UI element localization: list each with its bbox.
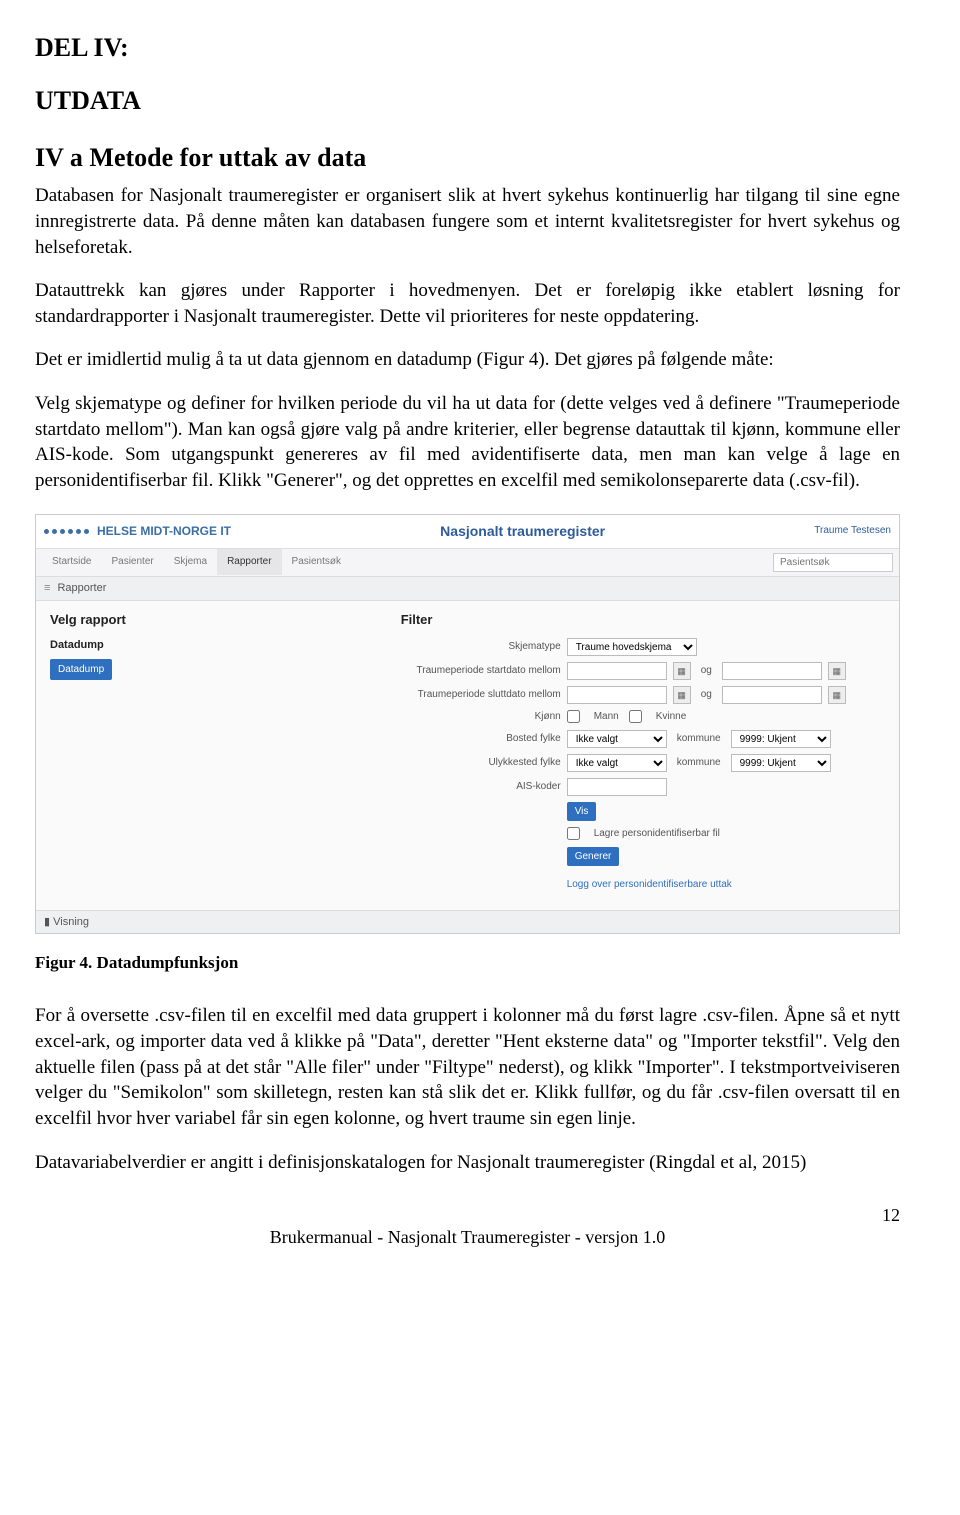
paragraph: Det er imidlertid mulig å ta ut data gje… bbox=[35, 347, 900, 373]
select-bosted-kommune[interactable]: 9999: Ukjent bbox=[731, 730, 831, 748]
page-footer: 12 Brukermanual - Nasjonalt Traumeregist… bbox=[35, 1225, 900, 1249]
label-lagre-personident: Lagre personidentifiserbar fil bbox=[594, 827, 720, 841]
vis-button[interactable]: Vis bbox=[567, 802, 597, 822]
filter-pane: Filter Skjematype Traume hovedskjema Tra… bbox=[401, 611, 885, 898]
start-to-input[interactable] bbox=[722, 662, 822, 680]
section-number: DEL IV: bbox=[35, 30, 900, 65]
list-icon: ≡ bbox=[44, 582, 50, 594]
label-og: og bbox=[697, 688, 716, 702]
app-title: Nasjonalt traumeregister bbox=[231, 522, 814, 541]
select-ulykke-fylke[interactable]: Ikke valgt bbox=[567, 754, 667, 772]
filter-title: Filter bbox=[401, 611, 885, 629]
figure-caption: Figur 4. Datadumpfunksjon bbox=[35, 952, 900, 975]
nav-rapporter[interactable]: Rapporter bbox=[217, 549, 281, 575]
link-personident-uttak[interactable]: Logg over personidentifiserbare uttak bbox=[567, 878, 732, 892]
app-header: HELSE MIDT-NORGE IT Nasjonalt traumeregi… bbox=[36, 515, 899, 549]
datadump-label: Datadump bbox=[50, 638, 401, 653]
label-mann: Mann bbox=[594, 710, 619, 724]
nav-pasientsok[interactable]: Pasientsøk bbox=[282, 549, 351, 575]
nav-pasienter[interactable]: Pasienter bbox=[101, 549, 163, 575]
left-pane: Velg rapport Datadump Datadump bbox=[50, 611, 401, 898]
label-kommune: kommune bbox=[677, 756, 721, 770]
label-bosted: Bosted fylke bbox=[401, 732, 561, 746]
label-kjonn: Kjønn bbox=[401, 710, 561, 724]
app-screenshot: HELSE MIDT-NORGE IT Nasjonalt traumeregi… bbox=[35, 514, 900, 935]
start-from-input[interactable] bbox=[567, 662, 667, 680]
calendar-icon[interactable]: ▦ bbox=[828, 662, 846, 680]
user-name[interactable]: Traume Testesen bbox=[814, 524, 891, 538]
label-sluttdato: Traumeperiode sluttdato mellom bbox=[401, 688, 561, 702]
paragraph: Datauttrekk kan gjøres under Rapporter i… bbox=[35, 278, 900, 329]
panel-header-visning[interactable]: ▮ Visning bbox=[36, 910, 899, 934]
footer-text: Brukermanual - Nasjonalt Traumeregister … bbox=[270, 1227, 665, 1247]
nav-skjema[interactable]: Skjema bbox=[164, 549, 217, 575]
paragraph: Datavariabelverdier er angitt i definisj… bbox=[35, 1150, 900, 1176]
select-ulykke-kommune[interactable]: 9999: Ukjent bbox=[731, 754, 831, 772]
label-ulykke: Ulykkested fylke bbox=[401, 756, 561, 770]
nav-bar: Startside Pasienter Skjema Rapporter Pas… bbox=[36, 549, 899, 577]
left-title: Velg rapport bbox=[50, 611, 401, 629]
select-skjematype[interactable]: Traume hovedskjema bbox=[567, 638, 697, 656]
page-number: 12 bbox=[882, 1203, 900, 1227]
ais-input[interactable] bbox=[567, 778, 667, 796]
label-kommune: kommune bbox=[677, 732, 721, 746]
calendar-icon[interactable]: ▦ bbox=[828, 686, 846, 704]
checkbox-lagre-personident[interactable] bbox=[567, 827, 580, 840]
panel-body: Velg rapport Datadump Datadump Filter Sk… bbox=[36, 601, 899, 910]
panel-header-rapporter[interactable]: ≡ Rapporter bbox=[36, 577, 899, 601]
label-ais: AIS-koder bbox=[401, 780, 561, 794]
slutt-from-input[interactable] bbox=[567, 686, 667, 704]
label-skjematype: Skjematype bbox=[401, 640, 561, 654]
calendar-icon[interactable]: ▦ bbox=[673, 662, 691, 680]
nav-startside[interactable]: Startside bbox=[42, 549, 101, 575]
section-title: UTDATA bbox=[35, 83, 900, 118]
subsection-heading: IV a Metode for uttak av data bbox=[35, 140, 900, 175]
label-startdato: Traumeperiode startdato mellom bbox=[401, 664, 561, 678]
datadump-button[interactable]: Datadump bbox=[50, 659, 112, 681]
label-kvinne: Kvinne bbox=[656, 710, 687, 724]
label-og: og bbox=[697, 664, 716, 678]
logo-dots-icon bbox=[44, 529, 89, 534]
paragraph: Databasen for Nasjonalt traumeregister e… bbox=[35, 183, 900, 260]
checkbox-kvinne[interactable] bbox=[629, 710, 642, 723]
panel-title-visning: Visning bbox=[53, 916, 89, 928]
checkbox-mann[interactable] bbox=[567, 710, 580, 723]
calendar-icon[interactable]: ▦ bbox=[673, 686, 691, 704]
brand-label: HELSE MIDT-NORGE IT bbox=[97, 523, 231, 539]
bar-chart-icon: ▮ bbox=[44, 916, 50, 928]
slutt-to-input[interactable] bbox=[722, 686, 822, 704]
generer-button[interactable]: Generer bbox=[567, 847, 620, 867]
select-bosted-fylke[interactable]: Ikke valgt bbox=[567, 730, 667, 748]
paragraph: For å oversette .csv-filen til en excelf… bbox=[35, 1003, 900, 1131]
paragraph: Velg skjematype og definer for hvilken p… bbox=[35, 391, 900, 494]
search-input[interactable] bbox=[773, 553, 893, 572]
panel-title: Rapporter bbox=[57, 582, 106, 594]
